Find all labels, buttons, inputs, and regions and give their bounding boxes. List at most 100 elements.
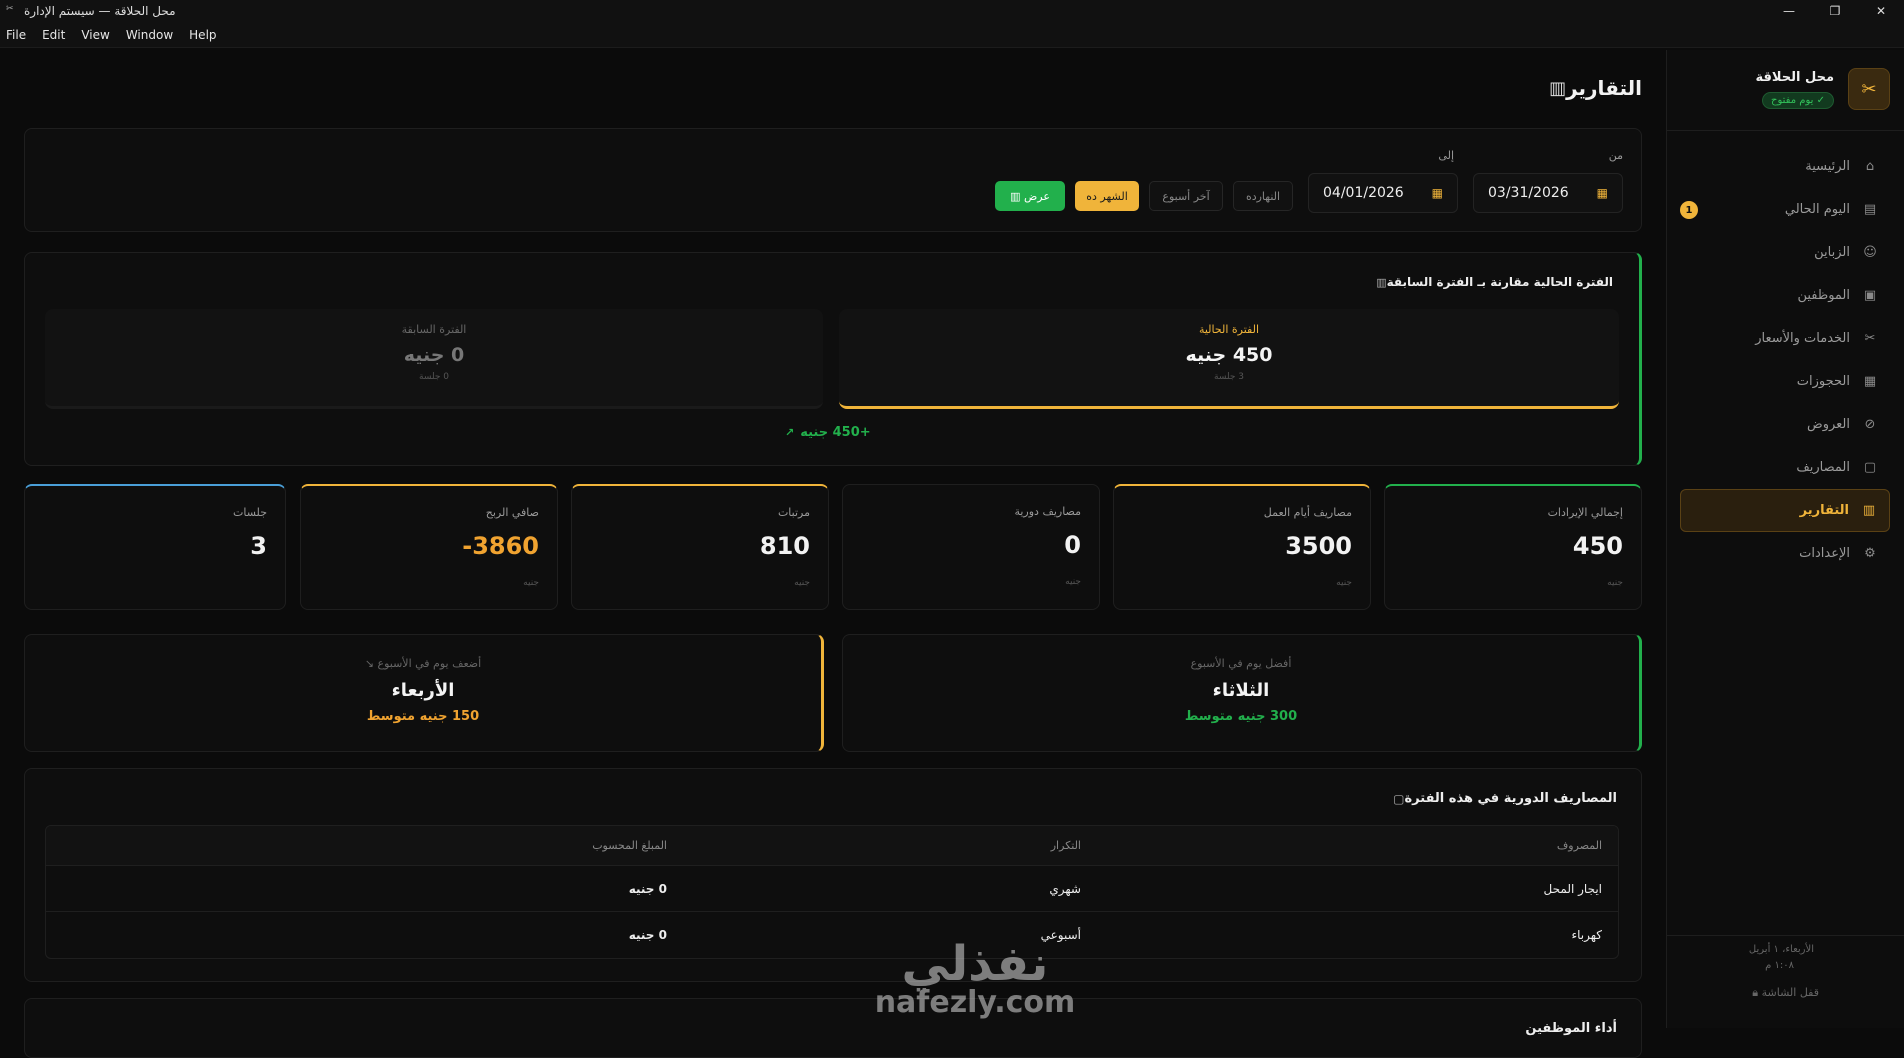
bar-chart-icon: ▥ <box>1549 77 1567 99</box>
sidebar-item-6[interactable]: العروض ⊘ <box>1680 403 1890 446</box>
page-title-text: التقارير <box>1566 76 1642 100</box>
calendar-icon: ▦ <box>1863 374 1877 389</box>
current-period-box: الفترة الحالية 450 جنيه 3 جلسة <box>839 309 1619 409</box>
stat-unit: جنيه <box>1607 578 1623 588</box>
notification-badge: 1 <box>1680 201 1698 219</box>
stat-net-profit: صافي الربح -3860 جنيه <box>300 484 558 610</box>
lock-screen-button[interactable]: قفل الشاشة 🔒︎ <box>1752 986 1819 1000</box>
worst-day-name: الأربعاء <box>391 680 455 701</box>
sidebar-item-4[interactable]: الخدمات والأسعار ✂ <box>1680 317 1890 360</box>
worst-day-label-text: أضعف يوم في الأسبوع <box>377 657 482 670</box>
sidebar-item-9[interactable]: الإعدادات ⚙ <box>1680 532 1890 575</box>
minimize-button[interactable]: — <box>1766 0 1812 22</box>
sidebar-item-1[interactable]: 1 اليوم الحالي ▤ <box>1680 188 1890 231</box>
title-bar: ✂ محل الحلاقة — سيستم الإدارة — ❐ ✕ <box>0 0 1904 22</box>
trend-up-icon: ↗ <box>785 426 795 439</box>
to-label: إلى <box>1438 149 1454 162</box>
this-month-button[interactable]: الشهر ده <box>1075 181 1139 211</box>
stat-recurring-expenses: مصاريف دورية 0 جنيه <box>842 484 1100 610</box>
to-date-input[interactable]: 04/01/2026 ▦ <box>1308 173 1458 213</box>
comparison-title: الفترة الحالية مقارنة بـ الفترة السابقة … <box>1370 275 1613 289</box>
worst-day-average: 150 جنيه متوسط <box>366 709 480 724</box>
menu-bar: File Edit View Window Help <box>0 22 1904 48</box>
best-day-label: أفضل يوم في الأسبوع <box>1190 657 1292 670</box>
stat-total-revenue: إجمالي الإيرادات 450 جنيه <box>1384 484 1642 610</box>
worst-day-label: أضعف يوم في الأسبوع ↘ <box>25 657 821 670</box>
stat-label: صافي الربح <box>485 506 539 519</box>
from-date-input[interactable]: 03/31/2026 ▦ <box>1473 173 1623 213</box>
sidebar-item-label: اليوم الحالي <box>1784 202 1850 217</box>
id-card-icon: ▣ <box>1863 288 1877 303</box>
table-header-row: المصروف التكرار المبلغ المحسوب <box>46 826 1618 866</box>
maximize-button[interactable]: ❐ <box>1812 0 1858 22</box>
show-report-button[interactable]: عرض ▥ <box>995 181 1065 211</box>
stat-sessions: جلسات 3 <box>24 484 286 610</box>
sidebar-item-7[interactable]: المصاريف ▢ <box>1680 446 1890 489</box>
last-week-button[interactable]: آخر أسبوع <box>1149 181 1223 211</box>
main-content: التقارير ▥ من إلى 03/31/2026 ▦ 04/01/202… <box>24 50 1642 1058</box>
close-button[interactable]: ✕ <box>1858 0 1904 22</box>
recurring-expenses-card: المصاريف الدورية في هذه الفترة ▢ المصروف… <box>24 768 1642 982</box>
show-report-label: عرض <box>1023 189 1050 203</box>
comparison-difference: +450 جنيه ↗ <box>785 425 871 440</box>
sidebar-item-label: الموظفين <box>1797 288 1850 303</box>
check-circle-icon: ✓ <box>1816 95 1825 106</box>
sidebar-item-5[interactable]: الحجوزات ▦ <box>1680 360 1890 403</box>
menu-window[interactable]: Window <box>126 28 173 42</box>
stat-label: مرتبات <box>777 506 810 519</box>
calendar-icon[interactable]: ▦ <box>1432 186 1443 200</box>
cell-expense: كهرباء <box>1571 928 1602 942</box>
cell-amount: 0 جنيه <box>628 928 667 942</box>
sidebar-item-label: الإعدادات <box>1799 546 1850 561</box>
recurring-expenses-title: المصاريف الدورية في هذه الفترة ▢ <box>1387 791 1617 806</box>
sidebar-item-8[interactable]: التقارير ▥ <box>1680 489 1890 532</box>
best-day-average: 300 جنيه متوسط <box>1184 709 1298 724</box>
trend-down-icon: ↘ <box>364 657 375 670</box>
menu-view[interactable]: View <box>81 28 109 42</box>
col-frequency: التكرار <box>1050 839 1081 852</box>
stat-label: إجمالي الإيرادات <box>1547 506 1623 519</box>
stat-value: 810 <box>759 532 810 560</box>
gear-icon: ⚙ <box>1864 546 1876 561</box>
wallet-icon: ▢ <box>1393 791 1405 806</box>
calendar-icon[interactable]: ▦ <box>1597 186 1608 200</box>
current-period-label: الفترة الحالية <box>1198 323 1260 336</box>
stat-salaries: مرتبات 810 جنيه <box>571 484 829 610</box>
current-period-sessions: 3 جلسة <box>1214 372 1244 382</box>
recurring-expenses-title-text: المصاريف الدورية في هذه الفترة <box>1404 791 1618 806</box>
employee-performance-title: أداء الموظفين <box>1525 1021 1617 1036</box>
sidebar-item-label: التقارير <box>1799 503 1849 518</box>
sidebar-footer: الأربعاء، ١ أبريل ١:٠٨ م قفل الشاشة 🔒︎ <box>1666 928 1904 1028</box>
menu-help[interactable]: Help <box>189 28 216 42</box>
stat-value: 450 <box>1572 532 1623 560</box>
col-amount: المبلغ المحسوب <box>592 839 667 852</box>
sidebar-item-3[interactable]: الموظفين ▣ <box>1680 274 1890 317</box>
sidebar-item-0[interactable]: الرئيسية ⌂ <box>1680 145 1890 188</box>
lock-screen-label: قفل الشاشة <box>1761 986 1819 999</box>
footer-time: ١:٠٨ م <box>1765 960 1794 971</box>
today-button[interactable]: النهارده <box>1233 181 1293 211</box>
calendar-today-icon: ▤ <box>1863 202 1877 217</box>
bar-chart-icon: ▥ <box>1376 275 1387 289</box>
lock-icon: 🔒︎ <box>1752 986 1759 999</box>
previous-period-box: الفترة السابقة 0 جنيه 0 جلسة <box>45 309 823 409</box>
period-comparison-card: الفترة الحالية مقارنة بـ الفترة السابقة … <box>24 252 1642 466</box>
cell-amount: 0 جنيه <box>628 881 667 896</box>
date-filter-card: من إلى 03/31/2026 ▦ 04/01/2026 ▦ النهارد… <box>24 128 1642 232</box>
window-title: محل الحلاقة — سيستم الإدارة <box>24 4 176 18</box>
watermark-url: nafezly.com <box>874 985 1076 1020</box>
from-date-value: 03/31/2026 <box>1488 185 1569 201</box>
menu-file[interactable]: File <box>6 28 26 42</box>
current-period-value: 450 جنيه <box>1185 344 1273 366</box>
sidebar-item-label: الزباين <box>1814 245 1850 260</box>
menu-edit[interactable]: Edit <box>42 28 65 42</box>
stat-value: 3500 <box>1285 532 1352 560</box>
sidebar-item-label: الخدمات والأسعار <box>1755 331 1850 346</box>
stat-label: مصاريف أيام العمل <box>1263 506 1352 519</box>
users-icon: ☺ <box>1863 245 1877 260</box>
sidebar-item-2[interactable]: الزباين ☺ <box>1680 231 1890 274</box>
recurring-expenses-table: المصروف التكرار المبلغ المحسوب ايجار الم… <box>45 825 1619 959</box>
window-controls: — ❐ ✕ <box>1766 0 1904 22</box>
brand-name: محل الحلاقة <box>1755 70 1834 85</box>
stat-label: مصاريف دورية <box>1014 505 1081 518</box>
